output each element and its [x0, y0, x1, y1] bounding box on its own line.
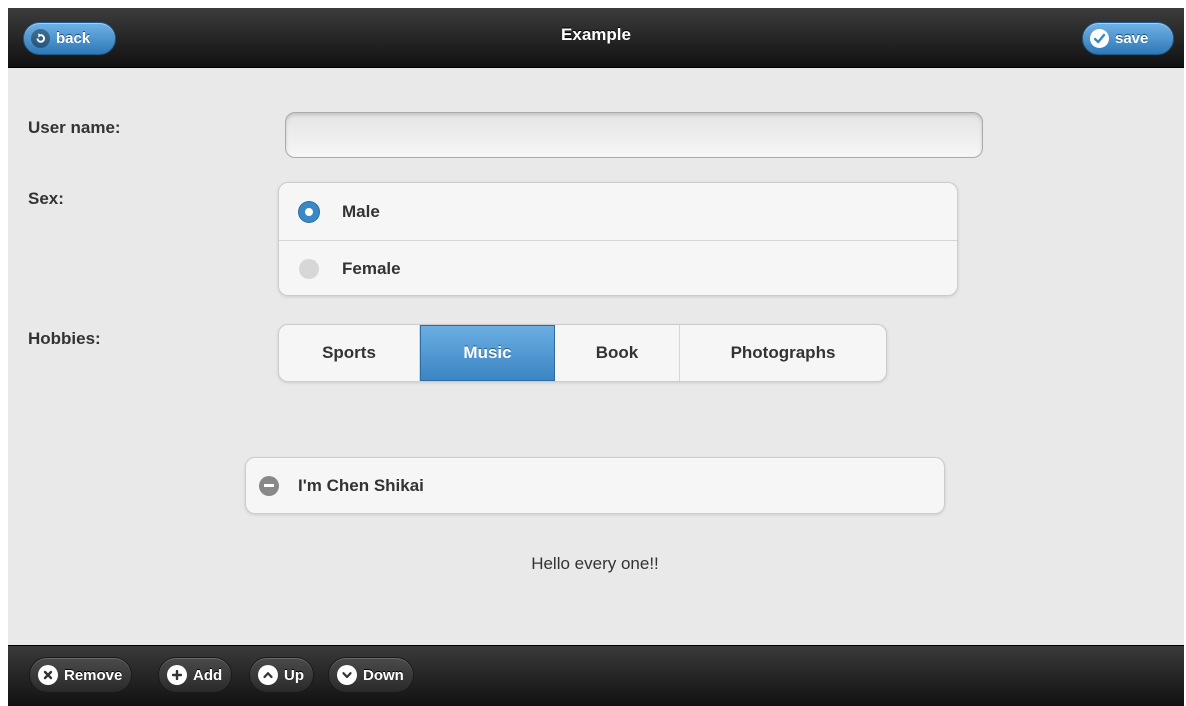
hobby-option-book[interactable]: Book	[555, 325, 680, 381]
close-icon	[38, 665, 58, 685]
radio-label-female: Female	[342, 259, 401, 278]
collapse-minus-icon	[259, 475, 279, 496]
up-button[interactable]: Up	[249, 657, 314, 693]
hobbies-label: Hobbies:	[28, 329, 101, 348]
chevron-up-icon	[258, 665, 278, 685]
radio-option-female[interactable]: Female	[279, 240, 957, 295]
plus-icon	[167, 665, 187, 685]
add-button-label: Add	[193, 666, 223, 684]
remove-button-label: Remove	[64, 666, 123, 684]
radio-label-male: Male	[342, 201, 380, 221]
save-button-label: save	[1115, 30, 1149, 47]
footer-toolbar: Remove Add Up Down	[8, 645, 1184, 706]
chevron-down-icon	[337, 665, 357, 685]
add-button[interactable]: Add	[158, 657, 233, 693]
radio-unselected-icon	[299, 259, 319, 279]
sex-radio-group: Male Female	[278, 182, 958, 296]
app-frame: back Example save User name: Sex: Male F…	[8, 8, 1184, 706]
hobby-option-music[interactable]: Music	[420, 325, 555, 381]
check-icon	[1090, 29, 1109, 48]
collapsible-heading: I'm Chen Shikai	[298, 475, 424, 495]
hobbies-segmented-control: Sports Music Book Photographs	[278, 324, 887, 382]
username-input[interactable]	[285, 112, 983, 158]
sex-label: Sex:	[28, 189, 64, 208]
hobby-option-photographs[interactable]: Photographs	[680, 325, 886, 381]
collapsible-header[interactable]: I'm Chen Shikai	[245, 457, 945, 514]
down-button-label: Down	[363, 666, 404, 684]
collapsible-content: Hello every one!!	[531, 554, 659, 573]
up-button-label: Up	[284, 666, 304, 684]
save-button[interactable]: save	[1082, 22, 1174, 55]
remove-button[interactable]: Remove	[29, 657, 133, 693]
radio-selected-icon	[299, 201, 319, 222]
down-button[interactable]: Down	[328, 657, 414, 693]
hobby-option-sports[interactable]: Sports	[279, 325, 420, 381]
page-title: Example	[561, 25, 631, 44]
username-label: User name:	[28, 118, 121, 137]
header-bar: back Example save	[8, 8, 1184, 68]
radio-option-male[interactable]: Male	[279, 183, 957, 240]
